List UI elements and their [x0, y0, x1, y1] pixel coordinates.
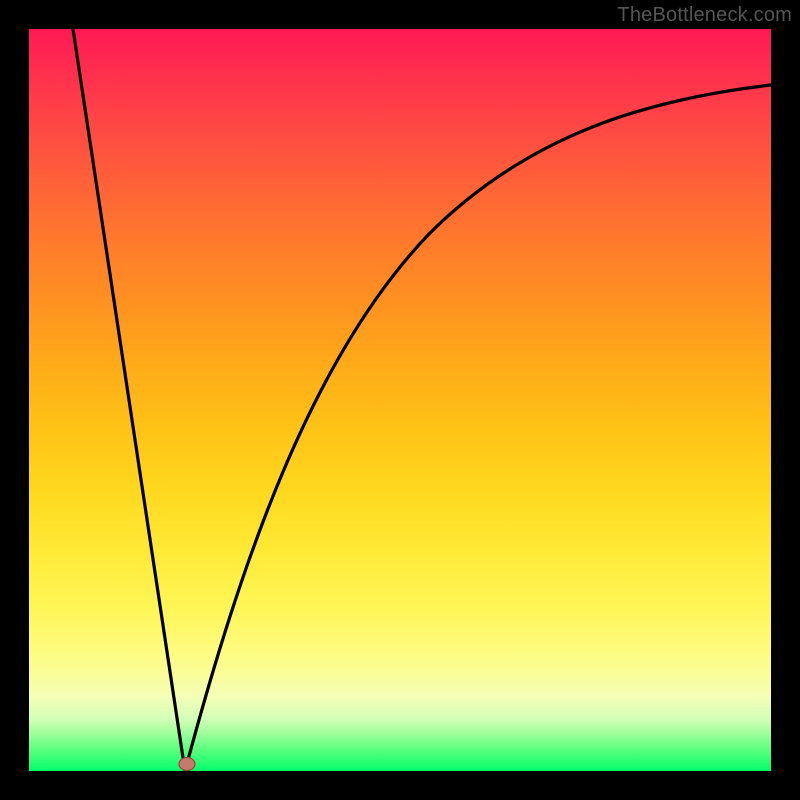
minimum-marker: [179, 758, 195, 771]
chart-container: TheBottleneck.com: [0, 0, 800, 800]
plot-area: [29, 29, 771, 771]
watermark-text: TheBottleneck.com: [617, 4, 792, 27]
chart-svg: [29, 29, 771, 771]
curve-left: [73, 29, 185, 771]
curve-right: [185, 85, 771, 771]
